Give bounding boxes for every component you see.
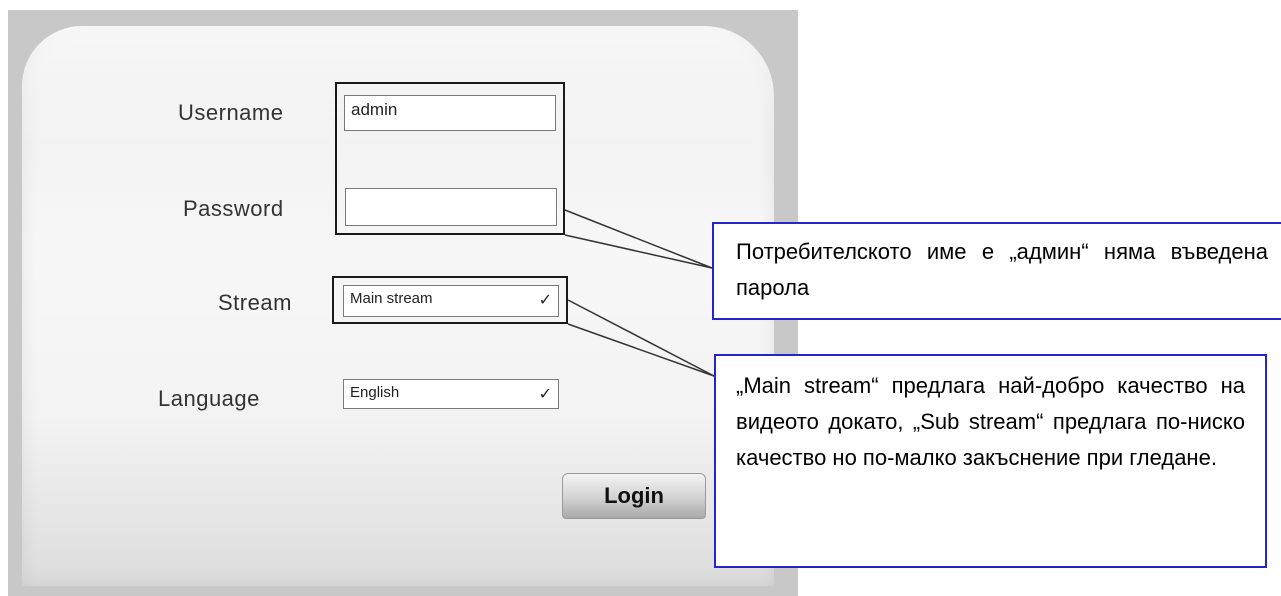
stream-callout: „Main stream“ предлага най-добро качеств… — [714, 354, 1267, 568]
credentials-callout: Потребителското име е „админ“ няма въвед… — [712, 222, 1281, 320]
